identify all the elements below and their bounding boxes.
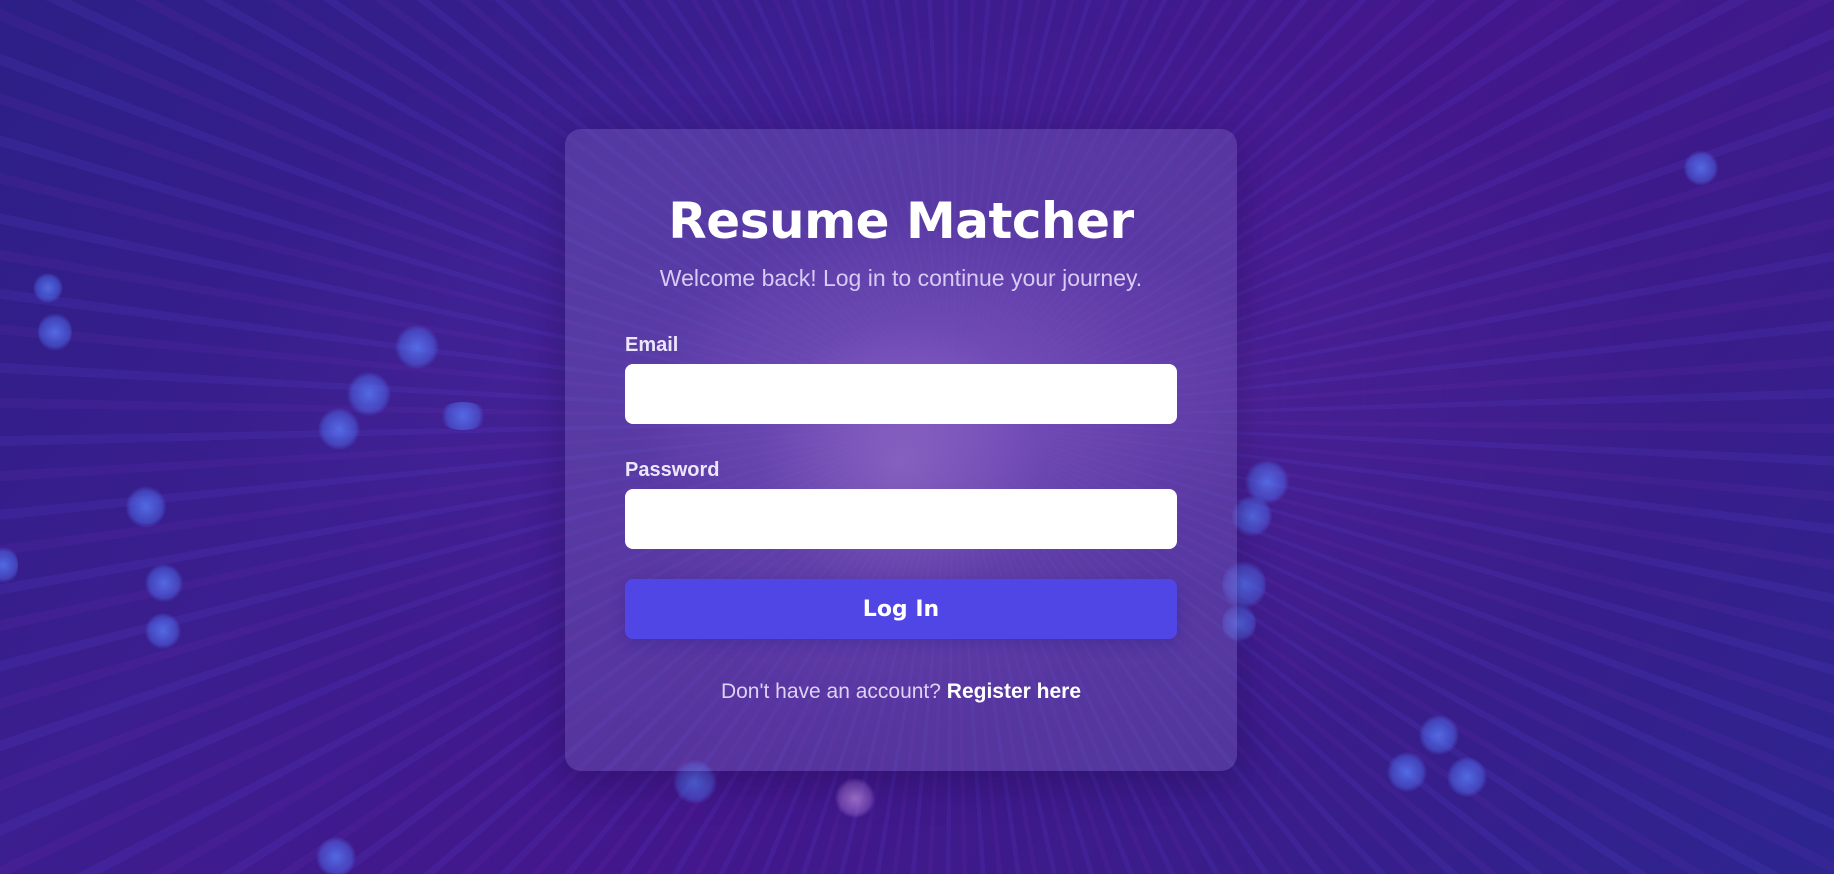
bokeh-light [145,564,183,602]
login-button[interactable]: Log In [625,579,1177,639]
bokeh-light [318,408,360,450]
login-form: Email Password Log In [625,333,1177,639]
bokeh-light [316,837,356,874]
bokeh-light [395,325,439,369]
bokeh-light [126,486,166,528]
register-prompt-text: Don't have an account? [720,680,941,703]
email-field[interactable] [625,364,1177,424]
bokeh-light [38,312,72,352]
welcome-subtitle: Welcome back! Log in to continue your jo… [659,265,1143,291]
app-title: Resume Matcher [668,192,1134,250]
register-prompt: Don't have an account? Register here [625,679,1177,705]
bokeh-light [1419,715,1459,755]
bokeh-light [145,613,181,649]
bokeh-light [33,273,63,303]
register-link[interactable]: Register here [947,680,1081,703]
bokeh-light [1684,150,1718,186]
bokeh-light [1447,757,1487,797]
bokeh-light [437,402,489,430]
login-card: Resume Matcher Welcome back! Log in to c… [565,129,1237,771]
password-field[interactable] [625,489,1177,549]
bokeh-light [347,372,391,416]
email-label: Email [625,334,679,356]
bokeh-light [1232,495,1272,537]
bokeh-light [0,545,18,585]
bokeh-light [1245,460,1289,504]
bokeh-light [835,778,875,818]
bokeh-light [1387,752,1427,792]
password-label: Password [625,459,720,481]
